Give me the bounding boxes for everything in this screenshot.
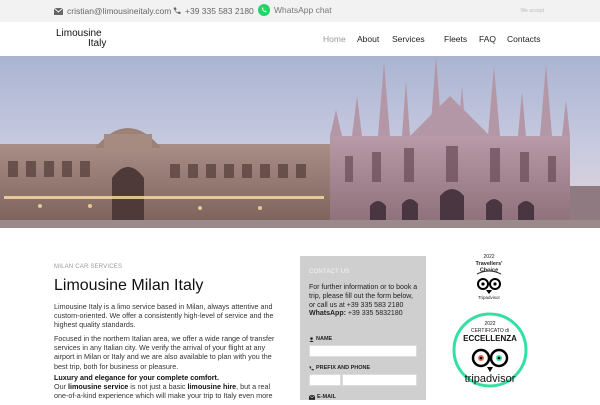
travellers-text-1: Travellers' [476, 261, 504, 267]
name-input[interactable] [309, 345, 417, 357]
nav-services[interactable]: Services [392, 34, 425, 44]
prefix-phone-label-text: PREFIX AND PHONE [316, 365, 371, 371]
contact-form: CONTACT US For further information or to… [300, 256, 426, 400]
hero-image-milan-cathedral [0, 56, 600, 228]
top-bar: cristian@limousineitaly.com +39 335 583 … [0, 0, 600, 22]
logo-line-2: Italy [88, 38, 107, 49]
nav-about[interactable]: About [357, 34, 379, 44]
contact-form-intro: For further information or to book a tri… [309, 284, 421, 319]
services-paragraph: Focused in the northern Italian area, we… [54, 334, 275, 371]
limousine-service-link: limousine service [67, 382, 129, 391]
luxury-heading-text: Luxury and elegance for your complete co… [54, 373, 219, 382]
envelope-icon [309, 394, 315, 400]
phone-input[interactable] [342, 374, 417, 386]
travellers-year: 2022 [483, 254, 494, 260]
main-navigation: Limousine Italy Home About Services Flee… [0, 22, 600, 57]
certificate-brand: tripadvisor [465, 373, 516, 385]
nav-faq[interactable]: FAQ [479, 34, 496, 44]
nav-home[interactable]: Home [323, 34, 346, 44]
nav-fleets[interactable]: Fleets [444, 34, 467, 44]
phone-text: +39 335 583 2180 [185, 6, 254, 16]
nav-contacts[interactable]: Contacts [507, 34, 541, 44]
intro-paragraph: Limousine Italy is a limo service based … [54, 302, 274, 330]
contact-form-heading: CONTACT US [309, 269, 350, 275]
email-label-text: E-MAIL [317, 394, 336, 400]
experience-text-a: Our [54, 382, 68, 391]
limousine-hire-link: limousine hire [187, 382, 237, 391]
whatsapp-link[interactable]: WhatsApp chat [258, 4, 332, 16]
luxury-heading: Luxury and elegance for your complete co… [54, 373, 282, 382]
phone-contact[interactable]: +39 335 583 2180 [173, 6, 254, 16]
whatsapp-label: WhatsApp: [309, 310, 346, 318]
site-logo[interactable]: Limousine Italy [56, 29, 106, 49]
small-top-link[interactable]: We accept [520, 8, 544, 14]
prefix-phone-label: PREFIX AND PHONE [309, 365, 370, 371]
whatsapp-icon [258, 4, 270, 16]
email-contact[interactable]: cristian@limousineitaly.com [54, 6, 171, 16]
certificate-year: 2022 [484, 321, 495, 327]
certificate-line-2: ECCELLENZA [463, 334, 517, 343]
travellers-choice-badge[interactable]: 2022 Travellers' Choice Tripadvisor [469, 252, 509, 300]
email-text: cristian@limousineitaly.com [67, 6, 172, 16]
certificate-of-excellence-badge[interactable]: 2022 CERTIFICATO di ECCELLENZA tripadvis… [450, 310, 530, 400]
whatsapp-number[interactable]: +39 335 5832180 [348, 310, 403, 317]
phone-icon [309, 365, 314, 370]
experience-paragraph: Our limousine service is not just a basi… [54, 382, 282, 400]
name-label-text: NAME [316, 336, 333, 342]
contact-intro-text: For further information or to book a tri… [309, 284, 418, 309]
whatsapp-text: WhatsApp chat [274, 5, 332, 15]
name-label: NAME [309, 336, 332, 342]
travellers-brand: Tripadvisor [478, 295, 501, 300]
prefix-input[interactable] [309, 374, 341, 386]
user-icon [309, 336, 314, 342]
phone-icon [173, 7, 181, 15]
experience-text-c: is not just a basic [128, 382, 188, 391]
email-label: E-MAIL [309, 394, 336, 400]
section-subtitle: MILAN CAR SERVICES [54, 264, 123, 270]
envelope-icon [54, 7, 63, 15]
page-title: Limousine Milan Italy [54, 277, 204, 294]
